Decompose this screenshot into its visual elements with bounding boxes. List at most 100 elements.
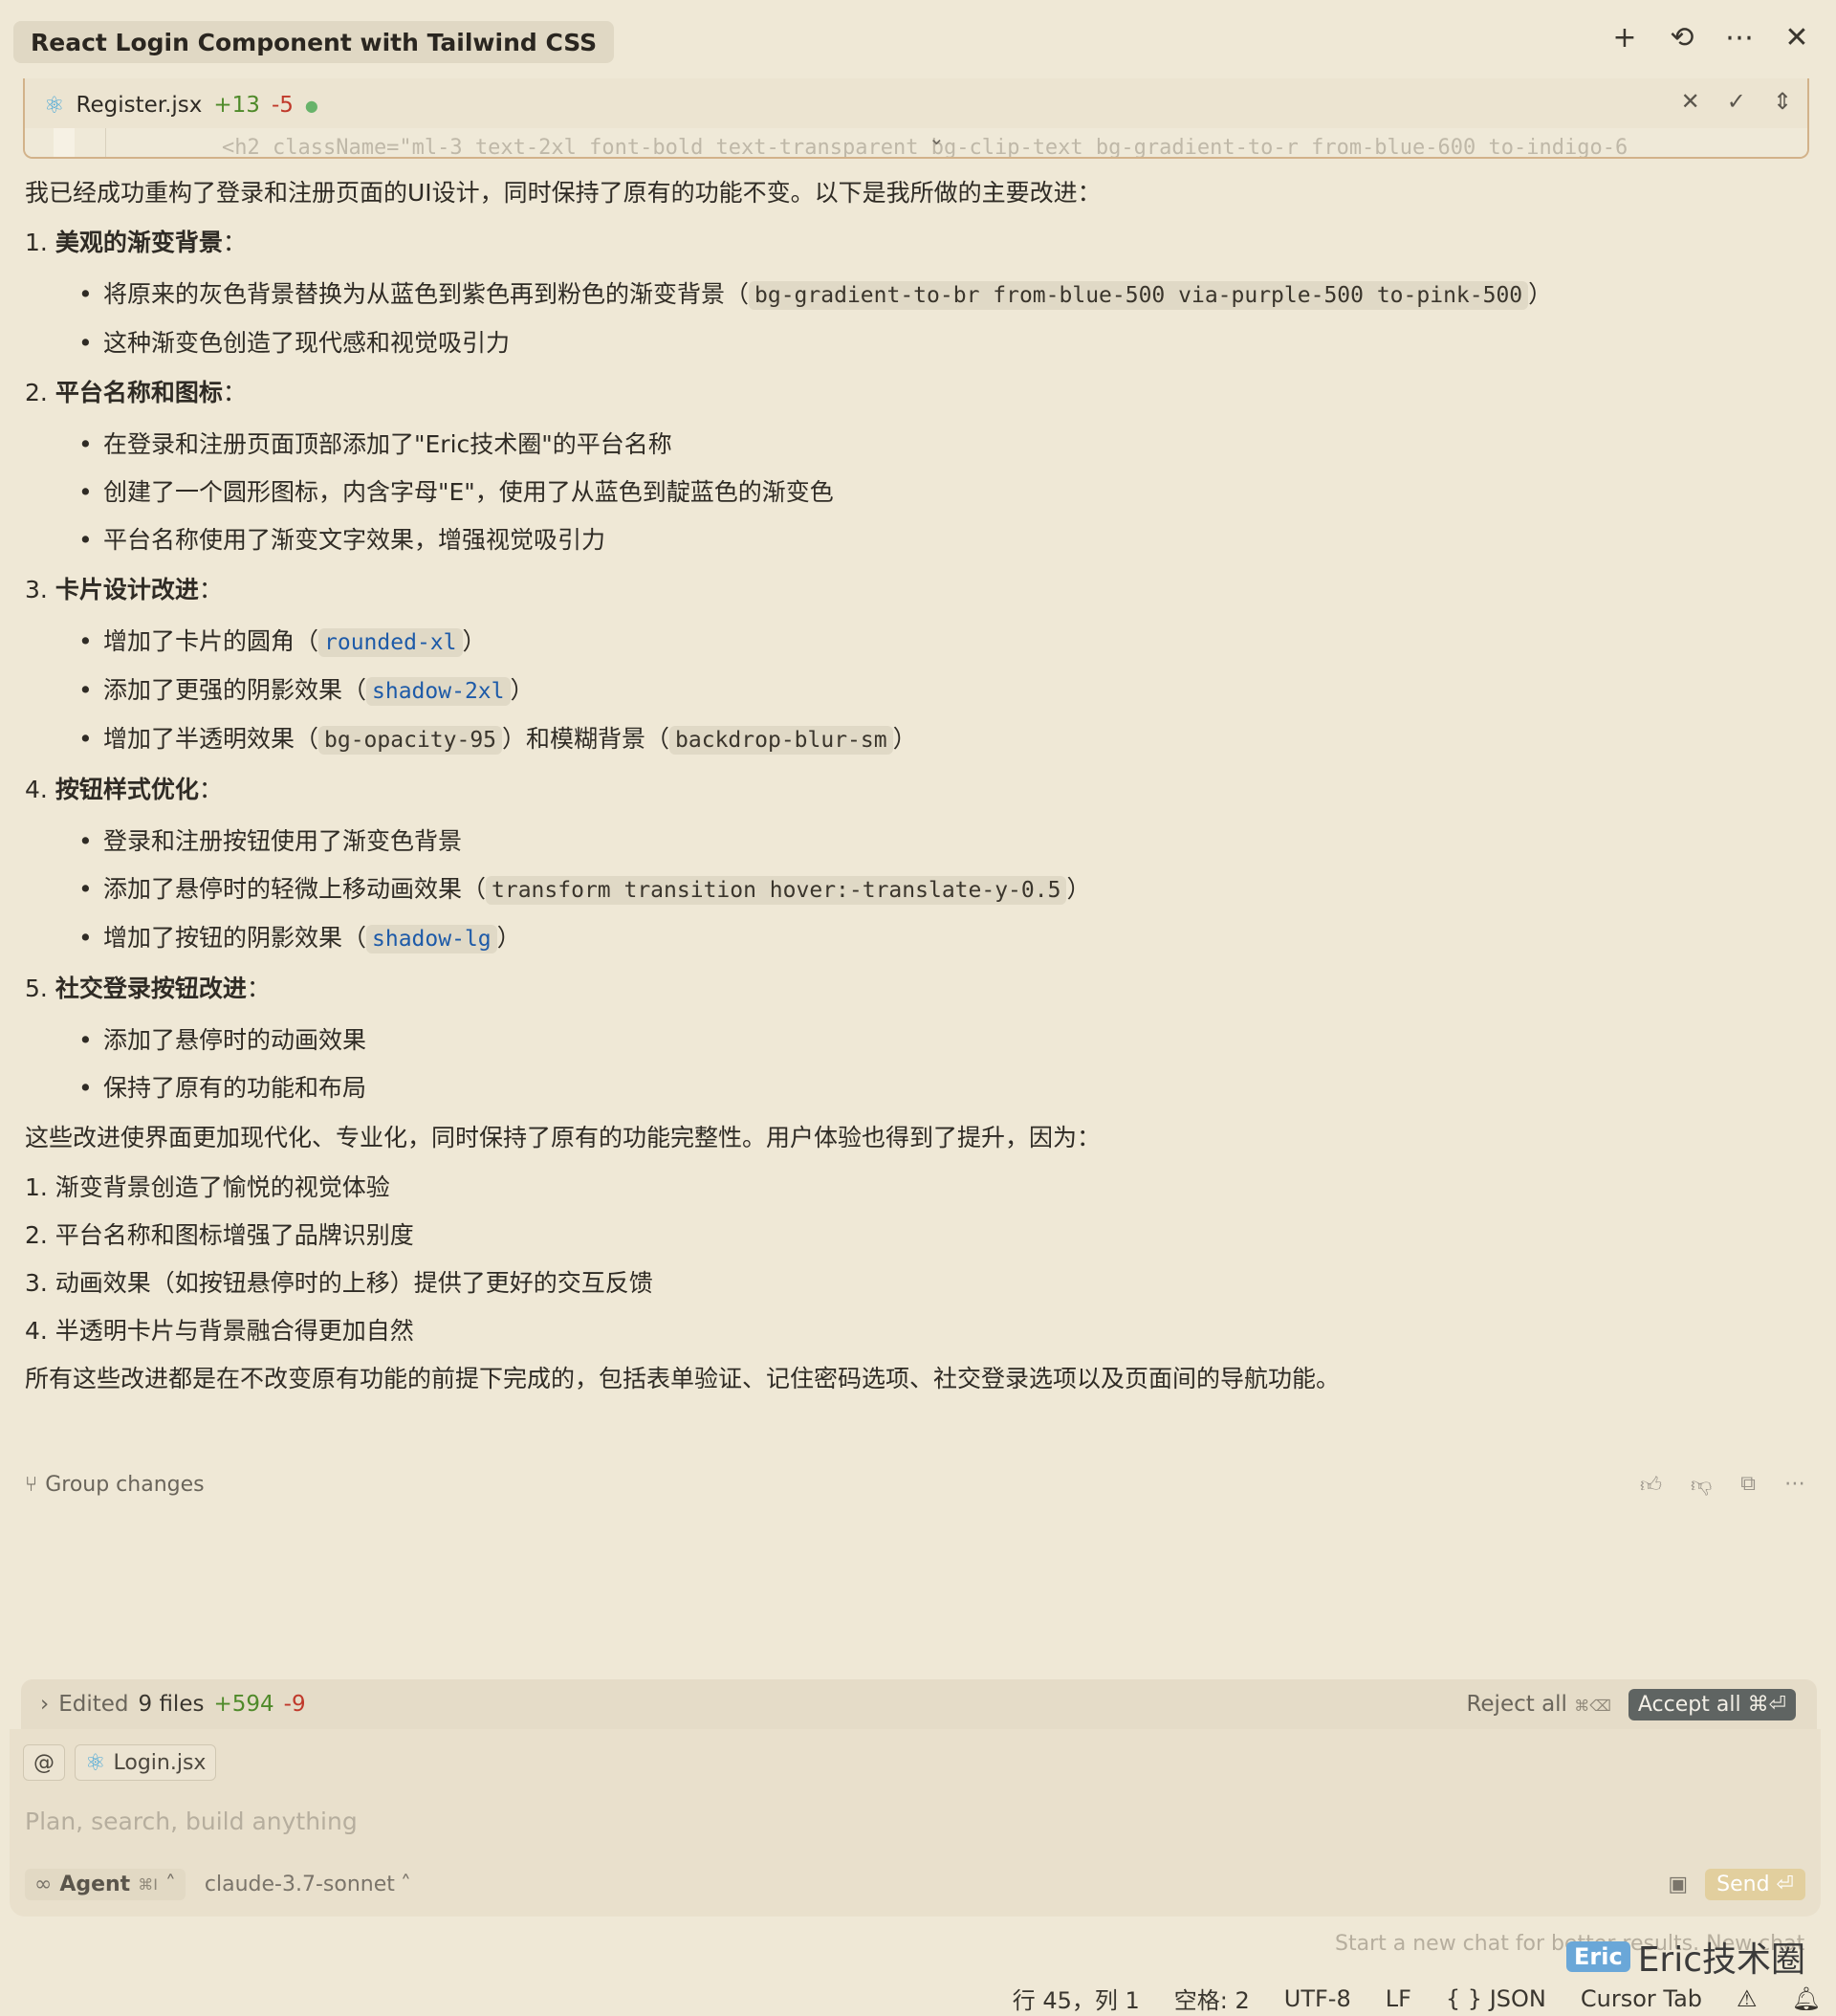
edited-actions: Reject all ⌘⌫ Accept all ⌘⏎ <box>1466 1688 1817 1720</box>
group-changes-button[interactable]: ⑂ Group changes <box>25 1473 205 1497</box>
file-encoding[interactable]: UTF-8 <box>1284 1985 1351 2012</box>
chevron-up-icon: ˄ <box>164 1872 176 1896</box>
image-icon[interactable]: ▣ <box>1668 1873 1688 1896</box>
intro-text: 我已经成功重构了登录和注册页面的UI设计，同时保持了原有的功能不变。以下是我所做… <box>25 179 1102 207</box>
context-chips: @ ⚛ Login.jsx <box>23 1744 217 1781</box>
agent-label: Agent <box>59 1872 131 1896</box>
list-item: 添加了更强的阴影效果（shadow-2xl） <box>78 675 1803 707</box>
context-file-chip[interactable]: ⚛ Login.jsx <box>75 1744 217 1781</box>
chat-input[interactable]: Plan, search, build anything <box>25 1808 358 1835</box>
list-item: 增加了按钮的阴影效果（shadow-lg） <box>78 923 1803 954</box>
section-heading-3: 3. 卡片设计改进： <box>25 576 223 603</box>
inline-code: rounded-xl <box>318 628 463 657</box>
react-icon: ⚛ <box>85 1749 106 1776</box>
indent-spaces[interactable]: 空格: 2 <box>1174 1982 1250 2015</box>
summary-point: 2. 平台名称和图标增强了品牌识别度 <box>25 1221 414 1249</box>
composer-actions: ▣ Send ⏎ <box>1668 1868 1805 1900</box>
inline-code: shadow-lg <box>366 925 497 953</box>
list-item: 保持了原有的功能和布局 <box>78 1073 1803 1104</box>
inline-code: bg-opacity-95 <box>318 726 503 755</box>
status-bar: 行 45，列 1 空格: 2 UTF-8 LF { } JSON Cursor … <box>1013 1982 1821 2015</box>
add-context-button[interactable]: @ <box>23 1744 65 1781</box>
file-name: Register.jsx <box>76 93 203 118</box>
edited-lines-added: +594 <box>213 1692 274 1717</box>
section-list-1: 将原来的灰色背景替换为从蓝色到紫色再到粉色的渐变背景（bg-gradient-t… <box>25 279 1803 359</box>
list-item: 平台名称使用了渐变文字效果，增强视觉吸引力 <box>78 525 1803 556</box>
summary-point: 4. 半透明卡片与背景融合得更加自然 <box>25 1317 414 1345</box>
group-icon: ⑂ <box>25 1472 38 1497</box>
send-button[interactable]: Send ⏎ <box>1705 1868 1805 1900</box>
model-name: claude-3.7-sonnet <box>204 1872 395 1896</box>
watermark-logo: Eric <box>1566 1941 1630 1972</box>
code-preview-text: <h2 className="ml-3 text-2xl font-bold t… <box>222 136 1628 159</box>
thumbs-up-icon[interactable]: 👍︎ <box>1640 1472 1662 1498</box>
composer-toolbar: ∞ Agent ⌘I ˄ claude-3.7-sonnet ˄ ▣ Send … <box>25 1865 1805 1903</box>
chat-composer: @ ⚛ Login.jsx Plan, search, build anythi… <box>10 1729 1821 1917</box>
plus-icon[interactable]: + <box>1608 21 1641 55</box>
line-ending[interactable]: LF <box>1386 1985 1411 2012</box>
code-preview-line: <h2 className="ml-3 text-2xl font-bold t… <box>25 128 1807 157</box>
more-icon[interactable]: ⋯ <box>1784 1472 1805 1498</box>
lines-added: +13 <box>213 93 260 118</box>
history-icon[interactable]: ⟲ <box>1666 21 1698 55</box>
reject-all-button[interactable]: Reject all ⌘⌫ <box>1466 1692 1610 1717</box>
list-item: 创建了一个圆形图标，内含字母"E"，使用了从蓝色到靛蓝色的渐变色 <box>78 477 1803 508</box>
chat-title[interactable]: React Login Component with Tailwind CSS <box>13 21 615 63</box>
cursor-position[interactable]: 行 45，列 1 <box>1013 1982 1140 2015</box>
lines-removed: -5 <box>271 93 294 118</box>
watermark: Eric Eric技术圈 <box>1566 1932 1805 1982</box>
language-mode[interactable]: { } JSON <box>1446 1985 1546 2012</box>
list-item: 添加了悬停时的动画效果 <box>78 1025 1803 1056</box>
reject-icon[interactable]: ✕ <box>1681 88 1700 115</box>
status-dot-icon: ● <box>304 96 318 115</box>
file-diff-actions: ✕ ✓ ⇕ <box>1681 88 1792 115</box>
list-item: 添加了悬停时的轻微上移动画效果（transform transition hov… <box>78 874 1803 906</box>
accept-icon[interactable]: ✓ <box>1727 88 1746 115</box>
edited-lines-removed: -9 <box>283 1692 306 1717</box>
copy-icon[interactable]: ⧉ <box>1740 1472 1756 1498</box>
edited-files-toggle[interactable]: › Edited 9 files +594 -9 <box>21 1692 306 1717</box>
more-icon[interactable]: ⋯ <box>1723 21 1756 55</box>
summary-text: 这些改进使界面更加现代化、专业化，同时保持了原有的功能完整性。用户体验也得到了提… <box>25 1124 1102 1151</box>
expand-icon[interactable]: ⇕ <box>1773 88 1792 115</box>
inline-code: bg-gradient-to-br from-blue-500 via-purp… <box>749 281 1529 310</box>
list-item: 在登录和注册页面顶部添加了"Eric技术圈"的平台名称 <box>78 429 1803 460</box>
closing-text: 所有这些改进都是在不改变原有功能的前提下完成的，包括表单验证、记住密码选项、社交… <box>25 1365 1341 1392</box>
file-diff-header[interactable]: ⚛ Register.jsx +13 -5 ● <box>44 86 318 124</box>
agent-shortcut: ⌘I <box>138 1874 158 1894</box>
section-heading-5: 5. 社交登录按钮改进： <box>25 975 271 1002</box>
list-item: 增加了半透明效果（bg-opacity-95）和模糊背景（backdrop-bl… <box>78 724 1803 756</box>
context-file-name: Login.jsx <box>113 1750 207 1775</box>
infinity-icon: ∞ <box>34 1872 53 1896</box>
edited-files-bar: › Edited 9 files +594 -9 Reject all ⌘⌫ A… <box>21 1679 1817 1729</box>
section-list-4: 登录和注册按钮使用了渐变色背景 添加了悬停时的轻微上移动画效果（transfor… <box>25 826 1803 954</box>
message-footer: ⑂ Group changes 👍︎ 👎︎ ⧉ ⋯ <box>25 1469 1805 1500</box>
chevron-down-icon[interactable]: ⌄ <box>929 126 945 149</box>
header-actions: + ⟲ ⋯ ✕ <box>1608 21 1813 55</box>
section-heading-2: 2. 平台名称和图标： <box>25 379 247 406</box>
section-list-3: 增加了卡片的圆角（rounded-xl） 添加了更强的阴影效果（shadow-2… <box>25 626 1803 756</box>
model-selector[interactable]: claude-3.7-sonnet ˄ <box>205 1873 411 1896</box>
chevron-up-icon: ˄ <box>400 1872 411 1896</box>
group-changes-label: Group changes <box>45 1472 205 1497</box>
inline-code: shadow-2xl <box>366 677 511 706</box>
react-icon: ⚛ <box>44 92 65 119</box>
list-item: 将原来的灰色背景替换为从蓝色到紫色再到粉色的渐变背景（bg-gradient-t… <box>78 279 1803 311</box>
warning-icon[interactable]: ⚠ <box>1737 1985 1758 2012</box>
assistant-message: 我已经成功重构了登录和注册页面的UI设计，同时保持了原有的功能不变。以下是我所做… <box>25 178 1803 1413</box>
close-icon[interactable]: ✕ <box>1781 21 1813 55</box>
chevron-right-icon: › <box>40 1692 50 1717</box>
inline-code: transform transition hover:-translate-y-… <box>486 876 1067 905</box>
thumbs-down-icon[interactable]: 👎︎ <box>1691 1472 1712 1498</box>
section-heading-4: 4. 按钮样式优化： <box>25 776 223 803</box>
inline-code: backdrop-blur-sm <box>669 726 893 755</box>
summary-point: 1. 渐变背景创造了愉悦的视觉体验 <box>25 1173 390 1201</box>
accept-all-button[interactable]: Accept all ⌘⏎ <box>1628 1688 1796 1720</box>
bell-icon[interactable]: 🔔︎ <box>1792 1985 1821 2012</box>
gutter-line-number <box>105 128 167 157</box>
edited-label: Edited <box>58 1692 129 1717</box>
list-item: 这种渐变色创造了现代感和视觉吸引力 <box>78 328 1803 359</box>
agent-mode-selector[interactable]: ∞ Agent ⌘I ˄ <box>25 1868 186 1900</box>
list-item: 登录和注册按钮使用了渐变色背景 <box>78 826 1803 857</box>
cursor-tab-status[interactable]: Cursor Tab <box>1581 1985 1702 2012</box>
